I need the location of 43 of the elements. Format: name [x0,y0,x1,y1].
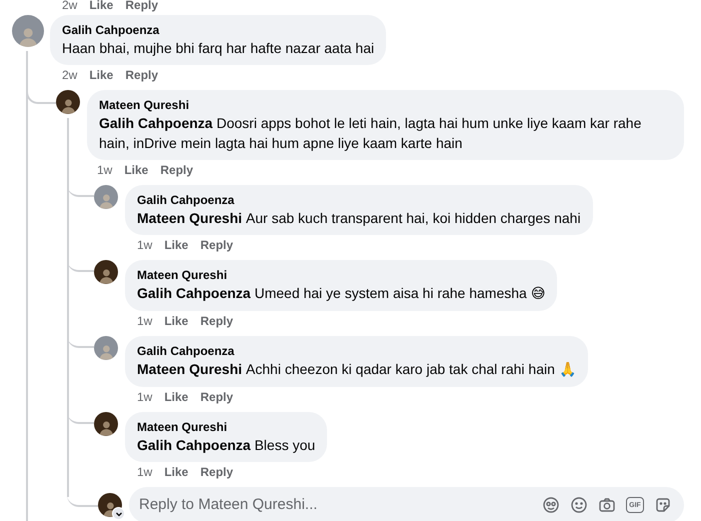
comment-author[interactable]: Galih Cahpoenza [62,22,374,38]
reply-link[interactable]: Reply [200,238,234,252]
like-link[interactable]: Like [89,68,114,82]
reply-link[interactable]: Reply [160,163,194,177]
avatar[interactable] [94,412,118,436]
like-link[interactable]: Like [164,314,188,328]
like-link[interactable]: Like [164,390,188,404]
comment-text: Galih Cahpoenza Doosri apps bohot le leti hain, lagta hai hum unke liye kaam kar rahe hain, inDrive mein lagta hai hum apne liye kaam karte hain [99,114,642,153]
emoji: 🙏 [558,362,576,378]
comment-text: Galih Cahpoenza Umeed hai ye system aisa hi rahe hamesha 😅 [137,284,546,304]
avatar[interactable] [94,260,118,284]
comment-time[interactable]: 1w [137,238,152,252]
reply-link[interactable]: Reply [200,314,234,328]
comment-time[interactable]: 2w [62,68,78,82]
like-link[interactable]: Like [164,465,188,479]
avatar-sticker-icon[interactable] [542,496,560,514]
like-link[interactable]: Like [164,238,188,252]
comment-time[interactable]: 1w [97,163,112,177]
comment-author[interactable]: Mateen Qureshi [99,97,672,113]
comment-author[interactable]: Galih Cahpoenza [137,192,581,208]
comment-time[interactable]: 1w [137,465,152,479]
comment-text: Mateen Qureshi Aur sab kuch transparent hai, koi hidden charges nahi [137,209,581,228]
like-link[interactable]: Like [124,163,148,177]
reply-link[interactable]: Reply [200,465,234,479]
avatar[interactable] [56,90,80,114]
comment-text: Haan bhai, mujhe bhi farq har hafte nazar aata hai [62,39,374,58]
like-link[interactable]: Like [89,0,114,10]
smiley-icon[interactable] [570,496,588,514]
comment-time[interactable]: 1w [137,390,152,404]
sticker-icon[interactable] [654,496,672,514]
comment-author[interactable]: Mateen Qureshi [137,267,546,283]
comment-author[interactable]: Galih Cahpoenza [137,343,576,359]
chevron-badge-icon[interactable] [112,507,125,520]
reply-link[interactable]: Reply [200,390,234,404]
emoji: 😅 [530,286,546,302]
camera-icon[interactable] [598,496,616,514]
comment-time[interactable]: 1w [137,314,152,328]
comment-author[interactable]: Mateen Qureshi [137,419,316,435]
comment-text: Galih Cahpoenza Bless you [137,436,316,455]
reply-link[interactable]: Reply [125,68,158,82]
comment-text: Mateen Qureshi Achhi cheezon ki qadar karo jab tak chal rahi hain 🙏 [137,360,576,380]
reply-link[interactable]: Reply [125,0,158,10]
comment-time[interactable]: 2w [62,0,78,10]
